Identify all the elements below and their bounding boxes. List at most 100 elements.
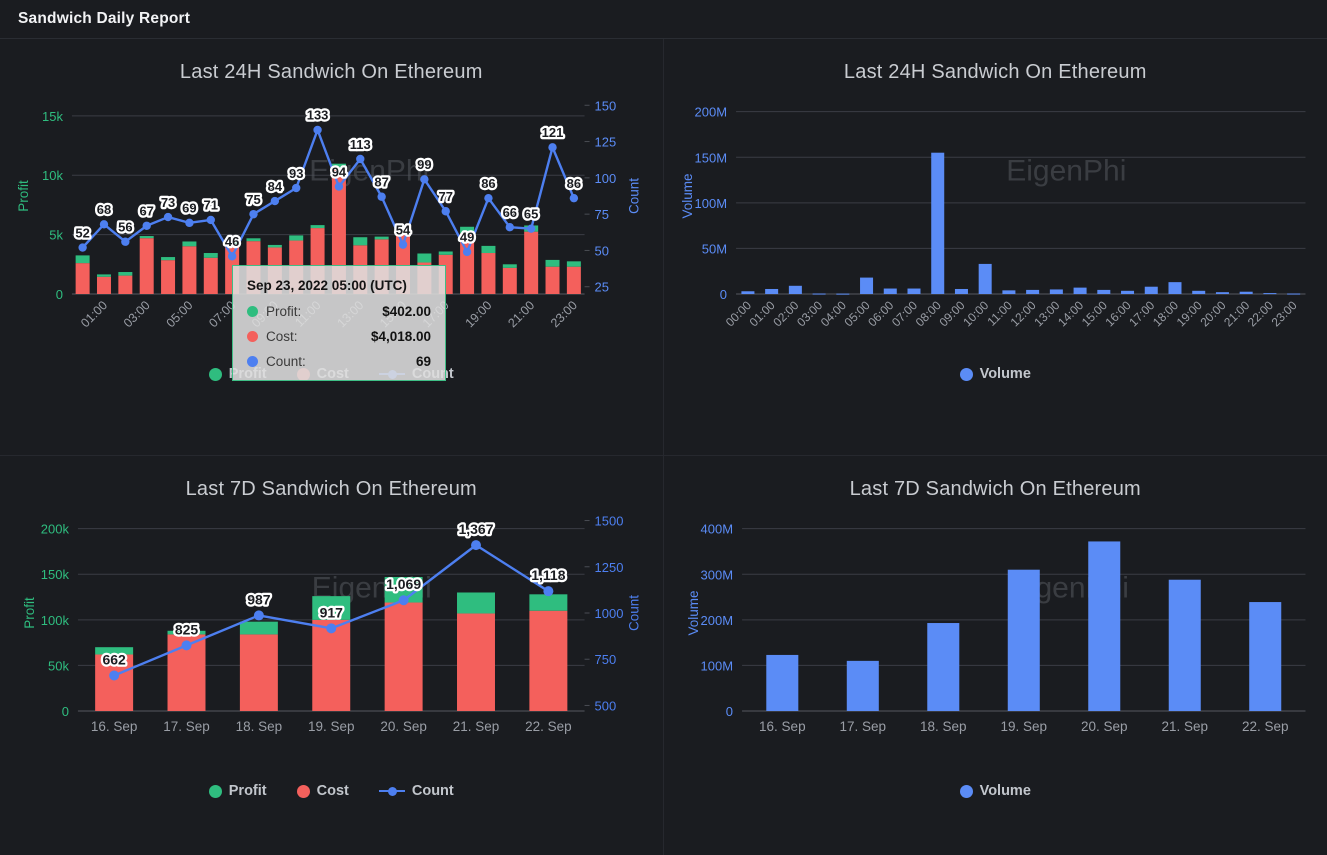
svg-text:100: 100 <box>595 171 617 186</box>
svg-text:21. Sep: 21. Sep <box>453 719 499 734</box>
svg-text:46: 46 <box>225 234 239 249</box>
svg-text:05:00: 05:00 <box>841 298 872 329</box>
panel-24h-volume: Last 24H Sandwich On Ethereum 0 50M 100M 15… <box>663 39 1327 456</box>
svg-text:25: 25 <box>595 280 609 295</box>
tooltip-key: Cost: <box>266 329 298 344</box>
svg-text:22:00: 22:00 <box>1244 298 1275 329</box>
svg-text:11:00: 11:00 <box>984 298 1015 329</box>
svg-text:1500: 1500 <box>595 514 624 529</box>
svg-text:87: 87 <box>374 175 388 190</box>
svg-text:1250: 1250 <box>595 560 624 575</box>
tooltip-key: Count: <box>266 354 306 369</box>
svg-text:EigenPhi: EigenPhi <box>309 154 429 187</box>
svg-text:0: 0 <box>719 287 726 302</box>
svg-text:69: 69 <box>182 201 196 216</box>
svg-text:66: 66 <box>503 205 517 220</box>
svg-text:150: 150 <box>595 98 617 113</box>
chart-plot-area[interactable]: 0 50M 100M 150M 200M Volume EigenPhi 00:00 01:00… <box>664 90 1327 352</box>
dashboard-grid: Last 24H Sandwich On Ethereum 0 5k 10k 15k P… <box>0 39 1327 855</box>
chart-plot-area[interactable]: 0 50k 100k 150k 200k Profit EigenPhi 500 750 1000… <box>0 507 663 769</box>
svg-text:917: 917 <box>320 604 344 620</box>
svg-text:77: 77 <box>439 189 453 204</box>
volume-color-swatch-icon <box>959 784 973 798</box>
profit-dot-icon <box>247 306 258 317</box>
svg-text:Count: Count <box>627 178 642 214</box>
svg-text:100M: 100M <box>694 196 727 211</box>
svg-text:750: 750 <box>595 652 617 667</box>
svg-text:13:00: 13:00 <box>1031 298 1062 329</box>
svg-text:18:00: 18:00 <box>1149 298 1180 329</box>
tooltip-row-count: Count: 69 <box>247 354 431 369</box>
svg-text:19. Sep: 19. Sep <box>308 719 354 734</box>
chart-title: Last 7D Sandwich On Ethereum <box>185 478 477 500</box>
svg-text:56: 56 <box>118 220 132 235</box>
svg-text:14:00: 14:00 <box>1055 298 1086 329</box>
chart-title: Last 24H Sandwich On Ethereum <box>843 61 1147 83</box>
svg-text:50M: 50M <box>701 241 726 256</box>
tooltip-date: Sep 23, 2022 05:00 (UTC) <box>247 278 407 293</box>
svg-text:662: 662 <box>102 651 126 667</box>
svg-text:18. Sep: 18. Sep <box>919 719 966 734</box>
svg-text:06:00: 06:00 <box>865 298 896 329</box>
legend-label: Volume <box>979 783 1031 799</box>
svg-text:03:00: 03:00 <box>794 298 825 329</box>
svg-text:150k: 150k <box>41 567 70 582</box>
svg-text:1,367: 1,367 <box>459 521 494 537</box>
chart-plot-area[interactable]: 0 100M 200M 300M 400M Volume EigenPhi 16. Sep 17… <box>664 507 1327 769</box>
svg-text:100k: 100k <box>41 613 70 628</box>
svg-text:300M: 300M <box>700 567 733 582</box>
svg-text:17. Sep: 17. Sep <box>839 719 886 734</box>
profit-color-swatch-icon <box>208 367 222 381</box>
legend-volume[interactable]: Volume <box>959 783 1031 799</box>
svg-text:75: 75 <box>246 192 260 207</box>
legend-count[interactable]: Count <box>378 783 454 799</box>
svg-text:12:00: 12:00 <box>1007 298 1038 329</box>
svg-text:54: 54 <box>396 222 411 237</box>
svg-text:Volume: Volume <box>686 590 701 635</box>
svg-text:21:00: 21:00 <box>505 298 537 330</box>
svg-text:1,069: 1,069 <box>386 576 421 592</box>
svg-text:10:00: 10:00 <box>960 298 991 329</box>
svg-text:15:00: 15:00 <box>1078 298 1109 329</box>
svg-text:5k: 5k <box>49 228 63 243</box>
chart-legend: Volume <box>664 783 1327 799</box>
svg-text:86: 86 <box>567 176 581 191</box>
svg-text:86: 86 <box>481 176 495 191</box>
svg-text:200M: 200M <box>694 105 727 120</box>
profit-color-swatch-icon <box>208 784 222 798</box>
svg-text:10k: 10k <box>42 168 63 183</box>
svg-text:0: 0 <box>56 287 63 302</box>
svg-text:Count: Count <box>627 595 642 631</box>
svg-text:73: 73 <box>161 195 175 210</box>
legend-profit[interactable]: Profit <box>208 783 267 799</box>
svg-text:19:00: 19:00 <box>1173 298 1204 329</box>
svg-text:50k: 50k <box>48 658 69 673</box>
chart-tooltip: Sep 23, 2022 05:00 (UTC) Profit: $402.00… <box>232 265 446 381</box>
svg-text:93: 93 <box>289 166 303 181</box>
svg-text:50: 50 <box>595 243 609 258</box>
svg-text:21:00: 21:00 <box>1221 298 1252 329</box>
legend-label: Profit <box>228 783 267 799</box>
cost-color-swatch-icon <box>296 784 310 798</box>
svg-text:EigenPhi: EigenPhi <box>1006 154 1126 187</box>
legend-volume[interactable]: Volume <box>959 366 1031 382</box>
svg-text:67: 67 <box>139 204 153 219</box>
chart-legend: Volume <box>664 366 1327 382</box>
tooltip-key: Profit: <box>266 304 302 319</box>
svg-text:17:00: 17:00 <box>1126 298 1157 329</box>
svg-text:20. Sep: 20. Sep <box>380 719 426 734</box>
svg-text:15k: 15k <box>42 109 63 124</box>
count-line-marker-icon <box>378 785 405 798</box>
tooltip-value: 69 <box>415 354 431 369</box>
chart-legend: Profit Cost Count <box>0 783 663 799</box>
svg-text:23:00: 23:00 <box>1268 298 1299 329</box>
svg-text:20:00: 20:00 <box>1197 298 1228 329</box>
legend-cost[interactable]: Cost <box>296 783 349 799</box>
svg-text:22. Sep: 22. Sep <box>525 719 571 734</box>
svg-text:1000: 1000 <box>595 606 624 621</box>
panel-7d-volume: Last 7D Sandwich On Ethereum 0 100M 200M 30… <box>664 456 1327 855</box>
chart-title: Last 7D Sandwich On Ethereum <box>849 478 1141 500</box>
svg-text:22. Sep: 22. Sep <box>1241 719 1288 734</box>
svg-text:400M: 400M <box>700 522 733 537</box>
svg-text:71: 71 <box>204 198 218 213</box>
